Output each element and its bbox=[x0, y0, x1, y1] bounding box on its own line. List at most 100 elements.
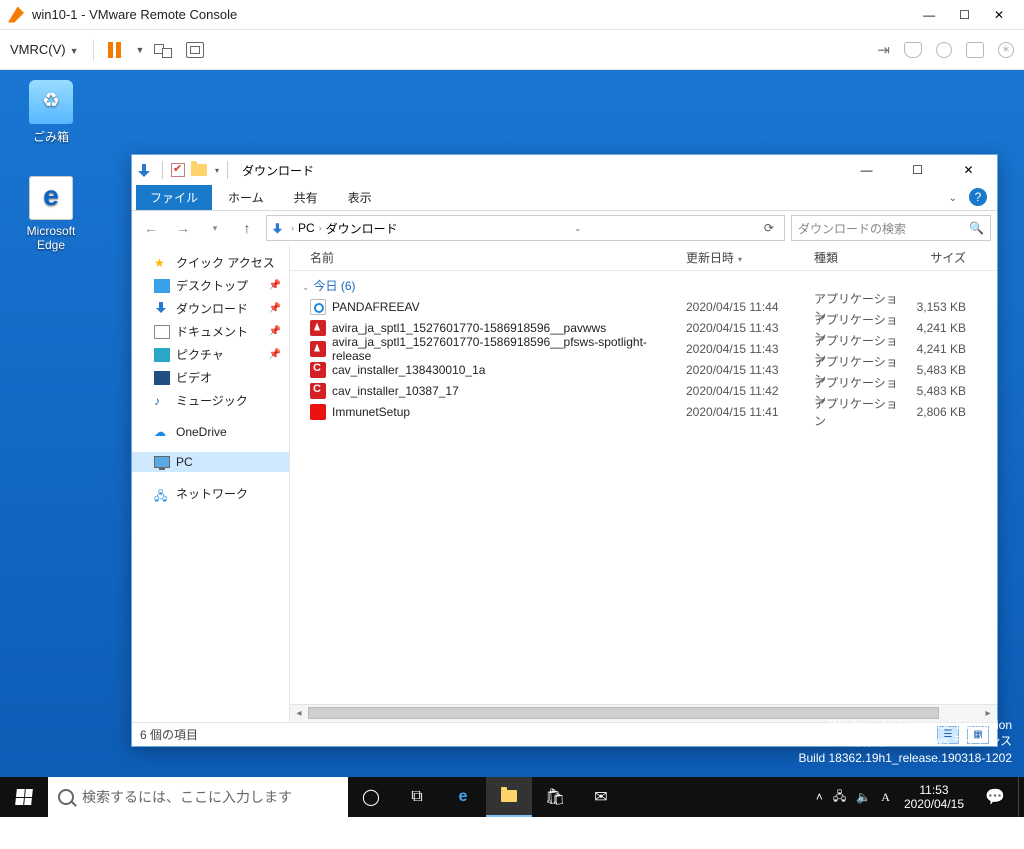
breadcrumb[interactable]: › PC › ダウンロード ⌄ ⟳ bbox=[266, 215, 785, 241]
qat-properties-icon[interactable] bbox=[171, 163, 185, 177]
nav-up-button[interactable]: ↑ bbox=[234, 215, 260, 241]
tab-home[interactable]: ホーム bbox=[214, 185, 278, 210]
cd-icon[interactable] bbox=[936, 42, 952, 58]
separator-icon bbox=[162, 161, 163, 179]
power-dropdown-icon[interactable]: ▼ bbox=[136, 45, 145, 55]
col-type[interactable]: 種類 bbox=[814, 249, 906, 266]
pin-icon: 📌 bbox=[269, 326, 281, 337]
explorer-titlebar[interactable]: ▾ ダウンロード — ☐ ✕ bbox=[132, 155, 997, 185]
taskbar-mail[interactable]: ✉ bbox=[578, 777, 624, 817]
file-date: 2020/04/15 11:43 bbox=[686, 342, 814, 356]
tab-file[interactable]: ファイル bbox=[136, 185, 212, 210]
tray-ime-icon[interactable]: A bbox=[881, 790, 890, 805]
vmware-close-button[interactable]: ✕ bbox=[994, 8, 1004, 22]
taskview-button[interactable]: ⧉ bbox=[394, 777, 440, 817]
tray-volume-icon[interactable]: 🔈 bbox=[856, 790, 871, 804]
file-name: PANDAFREEAV bbox=[332, 300, 420, 314]
download-arrow-icon bbox=[138, 162, 154, 178]
vmware-titlebar: win10-1 - VMware Remote Console — ☐ ✕ bbox=[0, 0, 1024, 30]
taskbar-search-input[interactable]: 検索するには、ここに入力します bbox=[48, 777, 348, 817]
address-bar: ← → ▾ ↑ › PC › ダウンロード ⌄ ⟳ ダウンロードの検索 🔍 bbox=[132, 211, 997, 245]
chevron-right-icon[interactable]: › bbox=[291, 223, 294, 233]
nav-documents[interactable]: ドキュメント📌 bbox=[132, 320, 289, 343]
crumb-pc[interactable]: PC bbox=[298, 221, 315, 235]
taskbar-edge[interactable]: e bbox=[440, 777, 486, 817]
pause-icon[interactable] bbox=[108, 42, 122, 58]
nav-music[interactable]: ♪ミュージック bbox=[132, 389, 289, 412]
file-name: avira_ja_sptl1_1527601770-1586918596__pa… bbox=[332, 321, 606, 335]
search-input[interactable]: ダウンロードの検索 🔍 bbox=[791, 215, 991, 241]
tray-network-icon[interactable]: 🖧 bbox=[833, 787, 846, 808]
nav-pc[interactable]: PC bbox=[132, 452, 289, 472]
vmware-toolbar: VMRC(V)▼ ▼ ⇥ ∗ bbox=[0, 30, 1024, 70]
file-size: 2,806 KB bbox=[906, 405, 974, 419]
app-icon bbox=[310, 404, 326, 420]
edge-label: Microsoft Edge bbox=[14, 224, 88, 252]
nav-back-button[interactable]: ← bbox=[138, 215, 164, 241]
qat-newfolder-icon[interactable] bbox=[191, 164, 207, 176]
explorer-close-button[interactable]: ✕ bbox=[946, 156, 991, 184]
start-button[interactable] bbox=[0, 777, 48, 817]
file-row[interactable]: ImmunetSetup2020/04/15 11:41アプリケーション2,80… bbox=[290, 401, 997, 422]
crumb-downloads[interactable]: ダウンロード bbox=[326, 220, 398, 237]
qat-dropdown-icon[interactable]: ▾ bbox=[215, 166, 219, 175]
tray-expand-icon[interactable]: ˄ bbox=[816, 790, 823, 804]
guest-desktop[interactable]: ごみ箱 Microsoft Edge ▾ ダウンロード — ☐ ✕ ファイル ホ… bbox=[0, 70, 1024, 817]
pin-icon: 📌 bbox=[269, 349, 281, 360]
explorer-minimize-button[interactable]: — bbox=[844, 156, 889, 184]
bluetooth-icon[interactable]: ∗ bbox=[998, 42, 1014, 58]
address-dropdown-icon[interactable]: ⌄ bbox=[574, 224, 581, 233]
send-ctrlaltdel-icon[interactable] bbox=[154, 42, 176, 58]
app-icon bbox=[310, 362, 326, 378]
col-size[interactable]: サイズ bbox=[906, 249, 974, 266]
file-name: cav_installer_10387_17 bbox=[332, 384, 459, 398]
cortana-button[interactable]: ◯ bbox=[348, 777, 394, 817]
show-desktop-button[interactable] bbox=[1018, 777, 1024, 817]
devices-icon[interactable] bbox=[966, 42, 984, 58]
action-center-icon[interactable]: 💬 bbox=[972, 777, 1018, 817]
nav-desktop[interactable]: デスクトップ📌 bbox=[132, 274, 289, 297]
item-count: 6 個の項目 bbox=[140, 726, 198, 743]
edge-shortcut[interactable]: Microsoft Edge bbox=[14, 176, 88, 252]
file-date: 2020/04/15 11:41 bbox=[686, 405, 814, 419]
help-icon[interactable]: ? bbox=[969, 188, 987, 206]
chevron-right-icon[interactable]: › bbox=[319, 223, 322, 233]
vmware-logo-icon bbox=[8, 7, 24, 23]
nav-onedrive[interactable]: ☁OneDrive bbox=[132, 422, 289, 442]
app-icon bbox=[310, 341, 326, 357]
explorer-maximize-button[interactable]: ☐ bbox=[895, 156, 940, 184]
fullscreen-icon[interactable] bbox=[186, 42, 204, 58]
app-icon bbox=[310, 299, 326, 315]
nav-videos[interactable]: ビデオ bbox=[132, 366, 289, 389]
taskbar-store[interactable]: 🛍 bbox=[532, 777, 578, 817]
activation-watermark: Windows 10 Enterprise Evaluation 90 日 の間… bbox=[798, 717, 1012, 767]
tab-share[interactable]: 共有 bbox=[280, 185, 332, 210]
vmware-minimize-button[interactable]: — bbox=[923, 8, 935, 22]
taskbar-clock[interactable]: 11:53 2020/04/15 bbox=[896, 783, 972, 812]
system-tray: ˄ 🖧 🔈 A bbox=[810, 787, 896, 808]
vmware-maximize-button[interactable]: ☐ bbox=[959, 8, 970, 22]
network-adapter-icon[interactable]: ⇥ bbox=[877, 41, 890, 59]
col-date[interactable]: 更新日時▾ bbox=[686, 249, 814, 266]
col-name[interactable]: 名前 bbox=[290, 249, 686, 266]
recycle-bin[interactable]: ごみ箱 bbox=[14, 80, 88, 145]
refresh-icon[interactable]: ⟳ bbox=[758, 221, 780, 235]
taskbar-explorer[interactable] bbox=[486, 777, 532, 817]
nav-pictures[interactable]: ピクチャ📌 bbox=[132, 343, 289, 366]
nav-recent-dropdown[interactable]: ▾ bbox=[202, 215, 228, 241]
nav-downloads[interactable]: ダウンロード📌 bbox=[132, 297, 289, 320]
file-size: 5,483 KB bbox=[906, 384, 974, 398]
file-date: 2020/04/15 11:42 bbox=[686, 384, 814, 398]
column-headers: 名前 更新日時▾ 種類 サイズ bbox=[290, 245, 997, 271]
separator-icon bbox=[227, 161, 228, 179]
vmware-title: win10-1 - VMware Remote Console bbox=[32, 7, 923, 22]
drive-icon[interactable] bbox=[904, 42, 922, 58]
scroll-left-icon[interactable]: ◂ bbox=[290, 708, 308, 719]
ribbon-tabs: ファイル ホーム 共有 表示 ⌄ ? bbox=[132, 185, 997, 211]
tab-view[interactable]: 表示 bbox=[334, 185, 386, 210]
vmrc-menu[interactable]: VMRC(V)▼ bbox=[10, 42, 79, 57]
search-placeholder: 検索するには、ここに入力します bbox=[82, 787, 292, 807]
nav-quick-access[interactable]: ★クイック アクセス bbox=[132, 251, 289, 274]
nav-network[interactable]: 🖧ネットワーク bbox=[132, 482, 289, 505]
ribbon-expand-icon[interactable]: ⌄ bbox=[949, 193, 957, 204]
